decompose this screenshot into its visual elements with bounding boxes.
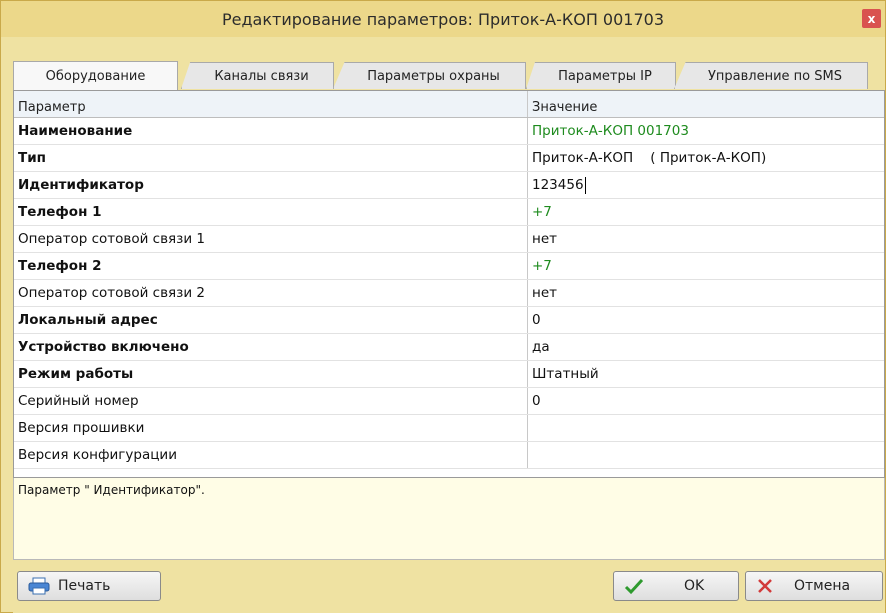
- param-value-text: да: [532, 339, 550, 355]
- param-value-cell[interactable]: Приток-А-КОП 001703: [528, 118, 884, 144]
- param-name-cell: Версия прошивки: [14, 415, 528, 441]
- table-row[interactable]: Версия прошивки: [14, 415, 884, 442]
- tab-security-params[interactable]: Параметры охраны: [333, 62, 526, 89]
- param-value-cell[interactable]: [528, 442, 884, 468]
- param-value-text: Приток-А-КОП 001703: [532, 123, 689, 139]
- param-value-cell[interactable]: Приток-А-КОП ( Приток-А-КОП): [528, 145, 884, 171]
- param-value-text: нет: [532, 285, 557, 301]
- window-title: Редактирование параметров: Приток-А-КОП …: [221, 9, 665, 29]
- param-name-cell: Наименование: [14, 118, 528, 144]
- tab-equipment[interactable]: Оборудование: [13, 61, 178, 90]
- param-value-text: +7: [532, 258, 552, 274]
- grid-rows: Наименование Приток-А-КОП 001703 Тип Приток…: [14, 118, 884, 469]
- checkmark-icon: [624, 577, 644, 595]
- column-header-value[interactable]: Значение: [528, 91, 884, 117]
- table-row[interactable]: Локальный адрес 0: [14, 307, 884, 334]
- cross-icon: [756, 577, 774, 595]
- param-value-cell[interactable]: +7: [528, 199, 884, 225]
- param-value-cell[interactable]: 0: [528, 388, 884, 414]
- tab-ip-params[interactable]: Параметры IP: [526, 62, 676, 89]
- table-row[interactable]: Оператор сотовой связи 1 нет: [14, 226, 884, 253]
- param-value-cell[interactable]: 0: [528, 307, 884, 333]
- ok-button[interactable]: OK: [613, 571, 739, 601]
- grid-header: Параметр Значение: [14, 91, 884, 118]
- param-value-cell[interactable]: [528, 415, 884, 441]
- param-name-cell: Локальный адрес: [14, 307, 528, 333]
- tab-channels[interactable]: Каналы связи: [181, 62, 334, 89]
- table-row[interactable]: Режим работы Штатный: [14, 361, 884, 388]
- param-value-cell[interactable]: Штатный: [528, 361, 884, 387]
- table-row[interactable]: Телефон 2 +7: [14, 253, 884, 280]
- cancel-label: Отмена: [794, 578, 851, 594]
- param-value-text: Приток-А-КОП ( Приток-А-КОП): [532, 150, 767, 166]
- title-bar[interactable]: Редактирование параметров: Приток-А-КОП …: [1, 1, 885, 37]
- param-value-input[interactable]: 123456: [528, 172, 884, 198]
- table-row[interactable]: Идентификатор 123456: [14, 172, 884, 199]
- ok-label: OK: [684, 578, 705, 594]
- column-header-param[interactable]: Параметр: [14, 91, 528, 117]
- param-name-cell: Телефон 1: [14, 199, 528, 225]
- close-button[interactable]: x: [862, 9, 881, 28]
- param-name-cell: Тип: [14, 145, 528, 171]
- param-name-cell: Оператор сотовой связи 2: [14, 280, 528, 306]
- table-row[interactable]: Наименование Приток-А-КОП 001703: [14, 118, 884, 145]
- param-value-cell[interactable]: +7: [528, 253, 884, 279]
- button-bar: Печать OK Отмена: [13, 561, 885, 613]
- param-name-cell: Идентификатор: [14, 172, 528, 198]
- table-row[interactable]: Версия конфигурации: [14, 442, 884, 469]
- param-value-text: 0: [532, 393, 541, 409]
- table-row[interactable]: Устройство включено да: [14, 334, 884, 361]
- tab-strip: Оборудование Каналы связи Параметры охра…: [13, 61, 885, 90]
- cancel-button[interactable]: Отмена: [745, 571, 883, 601]
- param-name-cell: Оператор сотовой связи 1: [14, 226, 528, 252]
- param-name-cell: Устройство включено: [14, 334, 528, 360]
- param-value-text: 123456: [532, 177, 584, 193]
- param-value-cell[interactable]: да: [528, 334, 884, 360]
- dialog-window: Редактирование параметров: Приток-А-КОП …: [0, 0, 886, 613]
- param-value-text: нет: [532, 231, 557, 247]
- description-text: Параметр " Идентификатор".: [18, 483, 205, 497]
- print-button[interactable]: Печать: [17, 571, 161, 601]
- param-value-cell[interactable]: нет: [528, 226, 884, 252]
- property-grid: Параметр Значение Наименование Приток-А-К…: [13, 90, 885, 478]
- param-name-cell: Версия конфигурации: [14, 442, 528, 468]
- param-name-cell: Телефон 2: [14, 253, 528, 279]
- param-value-text: Штатный: [532, 366, 599, 382]
- table-row[interactable]: Серийный номер 0: [14, 388, 884, 415]
- print-label: Печать: [58, 578, 111, 594]
- param-value-text: 0: [532, 312, 541, 328]
- param-value-text: +7: [532, 204, 552, 220]
- table-row[interactable]: Тип Приток-А-КОП ( Приток-А-КОП): [14, 145, 884, 172]
- tab-sms-control[interactable]: Управление по SMS: [674, 62, 868, 89]
- table-row[interactable]: Телефон 1 +7: [14, 199, 884, 226]
- param-value-cell[interactable]: нет: [528, 280, 884, 306]
- printer-icon: [28, 577, 50, 595]
- table-row[interactable]: Оператор сотовой связи 2 нет: [14, 280, 884, 307]
- text-caret: [584, 176, 586, 194]
- param-name-cell: Режим работы: [14, 361, 528, 387]
- description-panel: Параметр " Идентификатор".: [13, 478, 885, 560]
- param-name-cell: Серийный номер: [14, 388, 528, 414]
